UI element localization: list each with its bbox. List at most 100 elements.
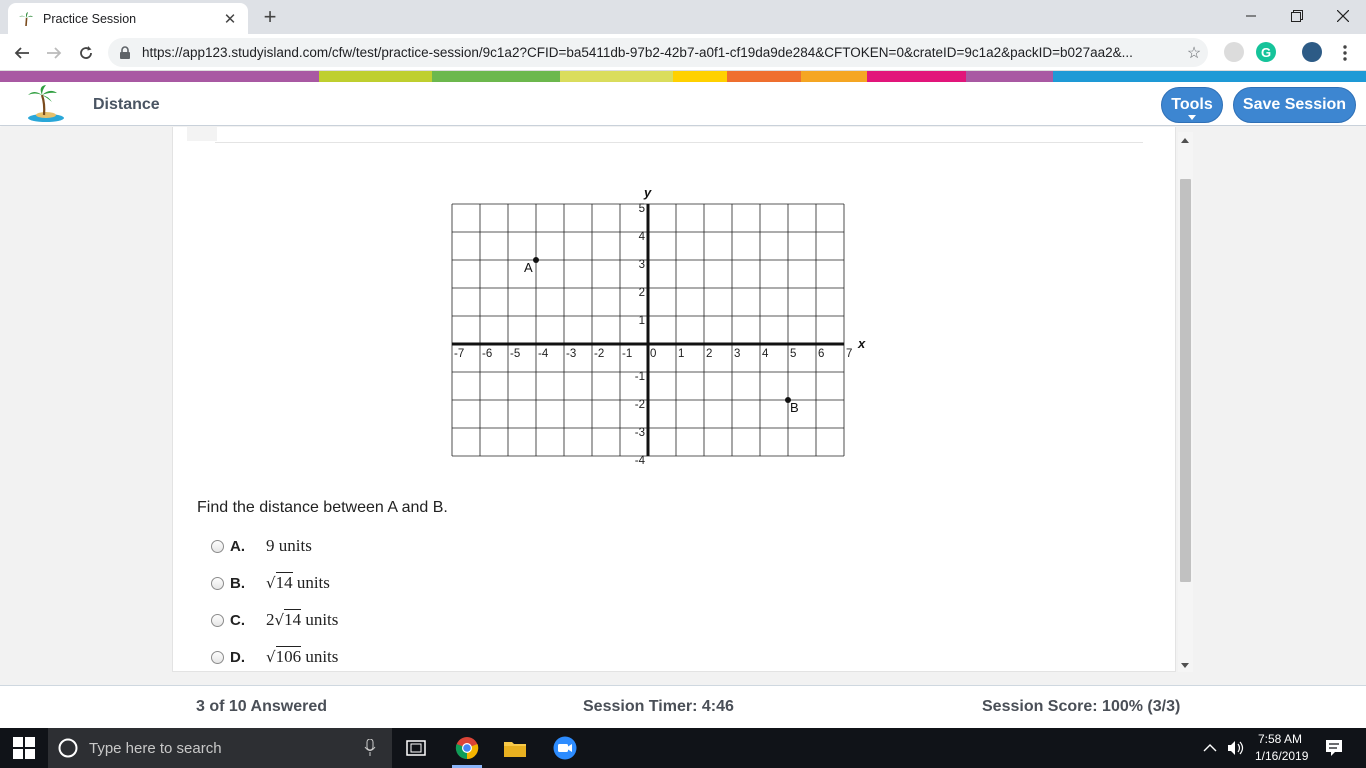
url-text: https://app123.studyisland.com/cfw/test/… (142, 45, 1133, 60)
choice-d[interactable]: D. √106 units (211, 646, 338, 668)
browser-tab[interactable]: Practice Session ✕ (8, 3, 248, 34)
radio-button[interactable] (211, 539, 224, 553)
choice-text: 2√14 units (266, 609, 339, 630)
x-tick-label: 4 (762, 348, 769, 360)
x-tick-label: -4 (538, 348, 549, 360)
scroll-down-arrow-icon[interactable] (1181, 663, 1189, 668)
stripe-segment (560, 71, 673, 82)
x-tick-label: -5 (510, 348, 520, 360)
y-axis-label: y (643, 185, 652, 200)
bookmark-star-icon[interactable]: ☆ (1180, 43, 1208, 63)
question-text: Find the distance between A and B. (197, 499, 448, 516)
save-session-label: Save Session (1242, 96, 1347, 113)
choice-text: √106 units (266, 646, 338, 667)
tab-close-icon[interactable]: ✕ (222, 10, 238, 28)
svg-text:G: G (1261, 45, 1271, 60)
x-tick-label: 1 (678, 348, 684, 360)
choice-letter: D. (230, 648, 245, 666)
tools-button-label: Tools (1171, 96, 1213, 113)
extension-icon[interactable] (1224, 42, 1244, 62)
session-status-bar: 3 of 10 Answered Session Timer: 4:46 Ses… (0, 685, 1366, 728)
reload-icon[interactable] (73, 40, 99, 66)
tray-chevron-up-icon[interactable] (1202, 740, 1218, 756)
windows-start-icon[interactable] (13, 737, 35, 759)
menu-dots-icon[interactable] (1332, 40, 1358, 66)
task-view-icon[interactable] (404, 736, 428, 760)
tools-button[interactable]: Tools (1161, 87, 1223, 123)
profile-avatar[interactable] (1302, 42, 1322, 62)
x-axis-label: x (857, 336, 866, 351)
choice-value: 9 (266, 536, 275, 555)
windows-taskbar: Type here to search 7:58 AM 1/16/2019 (0, 728, 1366, 768)
restore-button[interactable] (1274, 0, 1320, 32)
point-label-b: B (790, 400, 799, 415)
radio-button[interactable] (211, 650, 224, 664)
session-timer: Session Timer: 4:46 (583, 698, 734, 715)
lock-icon (120, 45, 130, 59)
app-header: Distance Tools Save Session (0, 82, 1366, 126)
y-tick-label: 4 (639, 231, 646, 243)
stripe-segment (727, 71, 801, 82)
color-stripe (0, 71, 1366, 82)
x-tick-label: 6 (818, 348, 824, 360)
chrome-icon[interactable] (455, 736, 479, 760)
taskbar-time[interactable]: 7:58 AM (1258, 732, 1302, 746)
action-center-icon[interactable] (1324, 738, 1344, 758)
caret-down-icon (1188, 115, 1196, 120)
choice-letter: C. (230, 611, 245, 629)
radio-button[interactable] (211, 613, 224, 627)
radicand: 106 (275, 646, 302, 666)
x-tick-label: -1 (622, 348, 632, 360)
file-explorer-icon[interactable] (503, 736, 527, 760)
choice-text: √14 units (266, 572, 330, 593)
taskbar-search-box[interactable]: Type here to search (48, 728, 392, 768)
choice-c[interactable]: C. 2√14 units (211, 609, 338, 631)
browser-toolbar: https://app123.studyisland.com/cfw/test/… (0, 34, 1366, 71)
grammarly-icon[interactable]: G (1256, 42, 1276, 62)
close-window-button[interactable] (1320, 0, 1366, 32)
cortana-circle-icon (58, 738, 78, 758)
tab-title: Practice Session (43, 11, 137, 26)
y-tick-label: 5 (639, 203, 645, 215)
sqrt-symbol: √ (274, 611, 285, 629)
radicand: 14 (284, 609, 302, 629)
choice-letter: A. (230, 537, 245, 555)
sqrt-symbol: √ (266, 648, 276, 666)
choice-text: 9 units (266, 536, 312, 556)
scrollbar[interactable] (1178, 132, 1193, 672)
microphone-icon[interactable] (364, 739, 376, 757)
forward-icon[interactable] (41, 40, 67, 66)
x-tick-label: 7 (846, 348, 852, 360)
x-tick-label: -6 (482, 348, 492, 360)
back-icon[interactable] (9, 40, 35, 66)
palm-tree-favicon-icon (18, 11, 34, 27)
y-tick-label: 1 (639, 315, 645, 327)
point-label-a: A (524, 260, 533, 275)
scrollbar-thumb[interactable] (1180, 179, 1191, 582)
stripe-segment (432, 71, 560, 82)
address-bar[interactable]: https://app123.studyisland.com/cfw/test/… (108, 38, 1208, 67)
x-tick-label: 3 (734, 348, 740, 360)
scroll-up-arrow-icon[interactable] (1181, 138, 1189, 143)
stripe-segment (0, 71, 319, 82)
sqrt-symbol: √ (266, 574, 276, 592)
new-tab-button[interactable]: + (258, 5, 282, 29)
y-tick-label: -2 (635, 399, 645, 411)
session-score: Session Score: 100% (3/3) (982, 698, 1181, 715)
choice-a[interactable]: A. 9 units (211, 535, 312, 557)
coefficient: 2 (266, 610, 275, 629)
radio-button[interactable] (211, 576, 224, 590)
choice-unit: units (296, 573, 330, 592)
y-tick-label: 3 (639, 259, 645, 271)
x-tick-label: 0 (650, 348, 656, 360)
zoom-icon[interactable] (553, 736, 577, 760)
save-session-button[interactable]: Save Session (1233, 87, 1356, 123)
choice-b[interactable]: B. √14 units (211, 572, 330, 594)
y-tick-label: -1 (635, 371, 645, 383)
minimize-button[interactable] (1228, 0, 1274, 32)
stripe-segment (1053, 71, 1366, 82)
choice-unit: units (305, 610, 339, 629)
stripe-segment (319, 71, 432, 82)
volume-icon[interactable] (1227, 740, 1245, 756)
taskbar-date[interactable]: 1/16/2019 (1255, 749, 1308, 763)
